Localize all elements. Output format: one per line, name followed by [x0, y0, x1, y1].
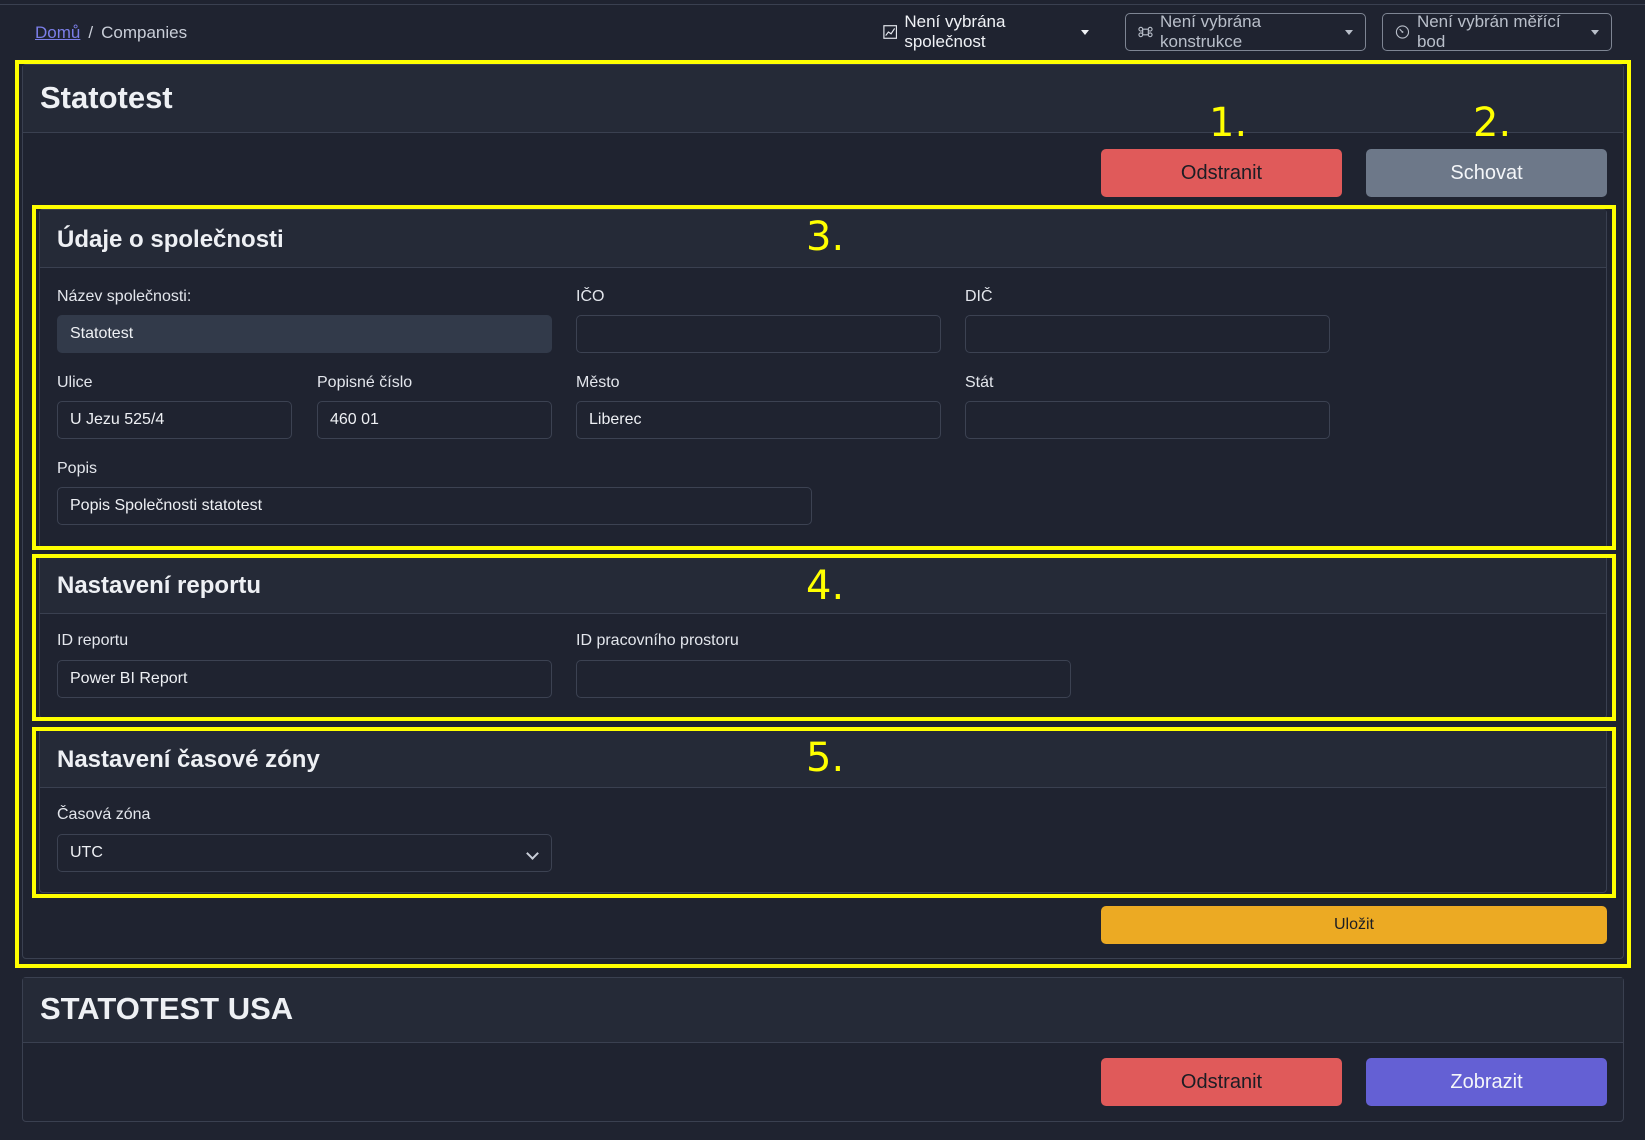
street-field[interactable]: U Jezu 525/4 [57, 401, 292, 439]
workspace-id-label: ID pracovního prostoru [576, 632, 739, 649]
company-name-label: Název společnosti: [57, 288, 192, 305]
dic-label: DIČ [965, 288, 993, 305]
house-number-field[interactable]: 460 01 [317, 401, 552, 439]
city-field[interactable]: Liberec [576, 401, 941, 439]
timezone-settings-heading: Nastavení časové zóny [57, 746, 320, 773]
annotation-number-1: 1. [1209, 100, 1248, 146]
annotation-number-3: 3. [806, 214, 845, 260]
country-label: Stát [965, 374, 994, 391]
timezone-select-value: UTC [70, 844, 103, 861]
report-id-field[interactable]: Power BI Report [57, 660, 552, 698]
company-card-statotest: Statotest Odstranit Schovat Údaje o spol… [22, 64, 1624, 959]
annotation-number-2: 2. [1473, 100, 1512, 146]
hide-button[interactable]: Schovat [1366, 149, 1607, 197]
annotation-number-4: 4. [806, 563, 845, 609]
company-details-card: Údaje o společnosti Název společnosti: S… [39, 209, 1607, 549]
company-details-heading: Údaje o společnosti [57, 226, 284, 253]
construction-selector-label: Není vybrána konstrukce [1159, 12, 1262, 51]
company-selector[interactable]: Není vybrána společnost [870, 12, 1102, 51]
report-settings-heading: Nastavení reportu [57, 572, 262, 599]
annotation-number-5: 5. [806, 735, 845, 781]
dic-field[interactable] [965, 315, 1330, 353]
timezone-select[interactable]: UTC [57, 834, 552, 872]
breadcrumb-current: Companies [101, 23, 188, 42]
country-field[interactable] [965, 401, 1330, 439]
command-icon [1138, 26, 1153, 38]
caret-down-icon [1345, 29, 1353, 35]
measuring-point-selector[interactable]: Není vybrán měřící bod [1382, 12, 1612, 51]
gauge-icon [1395, 25, 1410, 39]
house-number-label: Popisné číslo [317, 374, 413, 391]
company-selector-label: Není vybrána společnost [904, 12, 1006, 51]
caret-down-icon [1591, 29, 1599, 35]
street-label: Ulice [57, 374, 93, 391]
show-button[interactable]: Zobrazit [1366, 1058, 1607, 1106]
timezone-label: Časová zóna [57, 806, 151, 823]
breadcrumb-home-link[interactable]: Domů [35, 23, 80, 43]
description-label: Popis [57, 460, 98, 477]
chart-icon [883, 25, 898, 39]
delete-button[interactable]: Odstranit [1101, 1058, 1342, 1106]
report-id-label: ID reportu [57, 632, 129, 649]
breadcrumb: Domů / Companies [35, 23, 187, 43]
company-title: Statotest [40, 80, 173, 115]
company-name-field[interactable]: Statotest [57, 315, 552, 353]
delete-button[interactable]: Odstranit [1101, 149, 1342, 197]
ico-field[interactable] [576, 315, 941, 353]
top-bar: Domů / Companies Není vybrána společnost… [0, 5, 1645, 60]
company-card-header: STATOTEST USA [23, 978, 1623, 1043]
breadcrumb-separator: / [88, 23, 94, 42]
caret-down-icon [1081, 29, 1089, 35]
save-button[interactable]: Uložit [1101, 906, 1607, 944]
chevron-down-icon [526, 847, 539, 860]
construction-selector[interactable]: Není vybrána konstrukce [1125, 12, 1366, 51]
description-field[interactable]: Popis Společnosti statotest [57, 487, 812, 525]
measuring-point-selector-label: Není vybrán měřící bod [1416, 12, 1561, 51]
company-card-statotest-usa: STATOTEST USA Odstranit Zobrazit [22, 977, 1624, 1122]
company-title: STATOTEST USA [40, 991, 294, 1026]
ico-label: IČO [576, 288, 605, 305]
city-label: Město [576, 374, 620, 391]
company-card-header: Statotest [23, 65, 1623, 133]
workspace-id-field[interactable] [576, 660, 1071, 698]
